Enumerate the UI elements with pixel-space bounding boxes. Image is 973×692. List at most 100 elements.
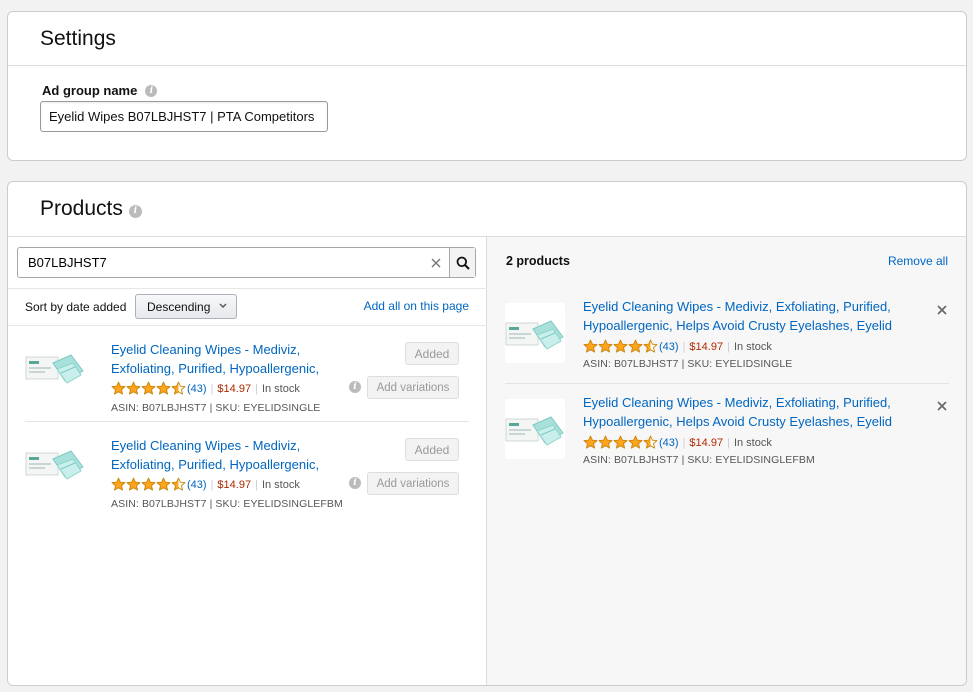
star-icon	[141, 477, 156, 491]
star-icon	[643, 435, 658, 449]
selected-products-count: 2 products	[506, 254, 570, 268]
star-icon	[141, 381, 156, 395]
star-rating	[583, 435, 658, 450]
star-rating	[583, 339, 658, 354]
separator: |	[682, 340, 686, 353]
product-ids: ASIN: B07LBJHST7 | SKU: EYELIDSINGLEFBM	[583, 454, 815, 466]
selected-products-pane: 2 products Remove all Eyelid Cleaning Wi…	[487, 237, 966, 685]
product-title-link[interactable]: Eyelid Cleaning Wipes - Mediviz, Exfolia…	[583, 297, 913, 335]
ad-group-name-label-text: Ad group name	[42, 83, 138, 98]
row-divider	[505, 383, 949, 384]
chevron-down-icon	[219, 303, 227, 308]
star-icon	[613, 435, 628, 449]
remove-all-link[interactable]: Remove all	[888, 254, 948, 268]
star-icon	[126, 381, 141, 395]
added-button[interactable]: Added	[405, 438, 459, 461]
remove-product-close-icon[interactable]	[935, 399, 949, 413]
star-icon	[613, 339, 628, 353]
product-price: $14.97	[689, 340, 724, 353]
product-title-link[interactable]: Eyelid Cleaning Wipes - Mediviz, Exfolia…	[583, 393, 913, 431]
separator: |	[727, 340, 730, 353]
product-thumbnail	[505, 399, 565, 459]
remove-product-close-icon[interactable]	[935, 303, 949, 317]
selected-product-row: Eyelid Cleaning Wipes - Mediviz, Exfolia…	[505, 393, 949, 489]
selected-product-row: Eyelid Cleaning Wipes - Mediviz, Exfolia…	[505, 297, 949, 393]
star-icon	[111, 381, 126, 395]
sort-label: Sort by date added	[25, 300, 127, 314]
rating-count-link[interactable]: (43)	[659, 341, 679, 353]
search-results-pane: Sort by date added Descending Add all on…	[8, 237, 487, 685]
star-icon	[111, 477, 126, 491]
separator: |	[210, 478, 214, 491]
add-all-on-page-link[interactable]: Add all on this page	[364, 299, 469, 313]
add-variations-button[interactable]: Add variations	[367, 472, 459, 495]
search-result-row: Eyelid Cleaning Wipes - Mediviz, Exfolia…	[25, 331, 469, 427]
product-thumbnail	[25, 337, 85, 397]
stock-status: In stock	[733, 436, 772, 449]
row-divider	[25, 421, 469, 422]
ad-group-name-label: Ad group name i	[42, 83, 158, 98]
rating-count-link[interactable]: (43)	[659, 437, 679, 449]
product-meta: (43) | $14.97 | In stock	[111, 477, 300, 492]
separator: |	[255, 478, 258, 491]
product-price: $14.97	[217, 382, 252, 395]
separator: |	[682, 436, 686, 449]
star-icon	[598, 339, 613, 353]
star-icon	[126, 477, 141, 491]
product-thumbnail	[505, 303, 565, 363]
search-result-row: Eyelid Cleaning Wipes - Mediviz, Exfolia…	[25, 427, 469, 523]
sort-order-value: Descending	[147, 299, 211, 314]
star-icon	[628, 339, 643, 353]
stock-status: In stock	[261, 382, 300, 395]
separator: |	[727, 436, 730, 449]
add-variations-button[interactable]: Add variations	[367, 376, 459, 399]
sort-bar: Sort by date added Descending Add all on…	[8, 288, 487, 326]
star-rating	[111, 381, 186, 396]
info-icon[interactable]: i	[145, 84, 158, 97]
rating-count-link[interactable]: (43)	[187, 479, 207, 491]
separator: |	[255, 382, 258, 395]
separator: |	[210, 382, 214, 395]
products-header: Products i	[8, 182, 966, 237]
info-icon[interactable]: i	[128, 204, 142, 218]
star-icon	[171, 381, 186, 395]
product-ids: ASIN: B07LBJHST7 | SKU: EYELIDSINGLEFBM	[111, 498, 343, 510]
product-meta: (43) | $14.97 | In stock	[111, 381, 300, 396]
products-title: Products	[40, 197, 123, 220]
product-title-link[interactable]: Eyelid Cleaning Wipes - Mediviz, Exfolia…	[111, 436, 333, 474]
clear-search-icon[interactable]	[423, 248, 449, 277]
star-icon	[628, 435, 643, 449]
search-icon	[456, 256, 470, 270]
product-ids: ASIN: B07LBJHST7 | SKU: EYELIDSINGLE	[583, 358, 793, 370]
info-icon[interactable]: i	[349, 381, 361, 393]
product-title-link[interactable]: Eyelid Cleaning Wipes - Mediviz, Exfolia…	[111, 340, 333, 378]
settings-header: Settings	[8, 12, 966, 66]
sort-order-dropdown[interactable]: Descending	[135, 294, 237, 319]
products-card: Products i Sort by date added Descending…	[7, 181, 967, 686]
search-button[interactable]	[449, 248, 475, 277]
product-price: $14.97	[689, 436, 724, 449]
star-icon	[583, 435, 598, 449]
product-search-box	[17, 247, 476, 278]
ad-group-name-input[interactable]	[40, 101, 328, 132]
rating-count-link[interactable]: (43)	[187, 383, 207, 395]
product-meta: (43) | $14.97 | In stock	[583, 435, 772, 450]
info-icon[interactable]: i	[349, 477, 361, 489]
product-meta: (43) | $14.97 | In stock	[583, 339, 772, 354]
settings-title: Settings	[40, 26, 116, 50]
product-search-input[interactable]	[18, 248, 423, 277]
star-rating	[111, 477, 186, 492]
star-icon	[598, 435, 613, 449]
star-icon	[156, 381, 171, 395]
star-icon	[643, 339, 658, 353]
settings-card: Settings Ad group name i	[7, 11, 967, 161]
star-icon	[156, 477, 171, 491]
stock-status: In stock	[261, 478, 300, 491]
added-button[interactable]: Added	[405, 342, 459, 365]
star-icon	[583, 339, 598, 353]
star-icon	[171, 477, 186, 491]
stock-status: In stock	[733, 340, 772, 353]
product-price: $14.97	[217, 478, 252, 491]
product-thumbnail	[25, 433, 85, 493]
product-ids: ASIN: B07LBJHST7 | SKU: EYELIDSINGLE	[111, 402, 321, 414]
